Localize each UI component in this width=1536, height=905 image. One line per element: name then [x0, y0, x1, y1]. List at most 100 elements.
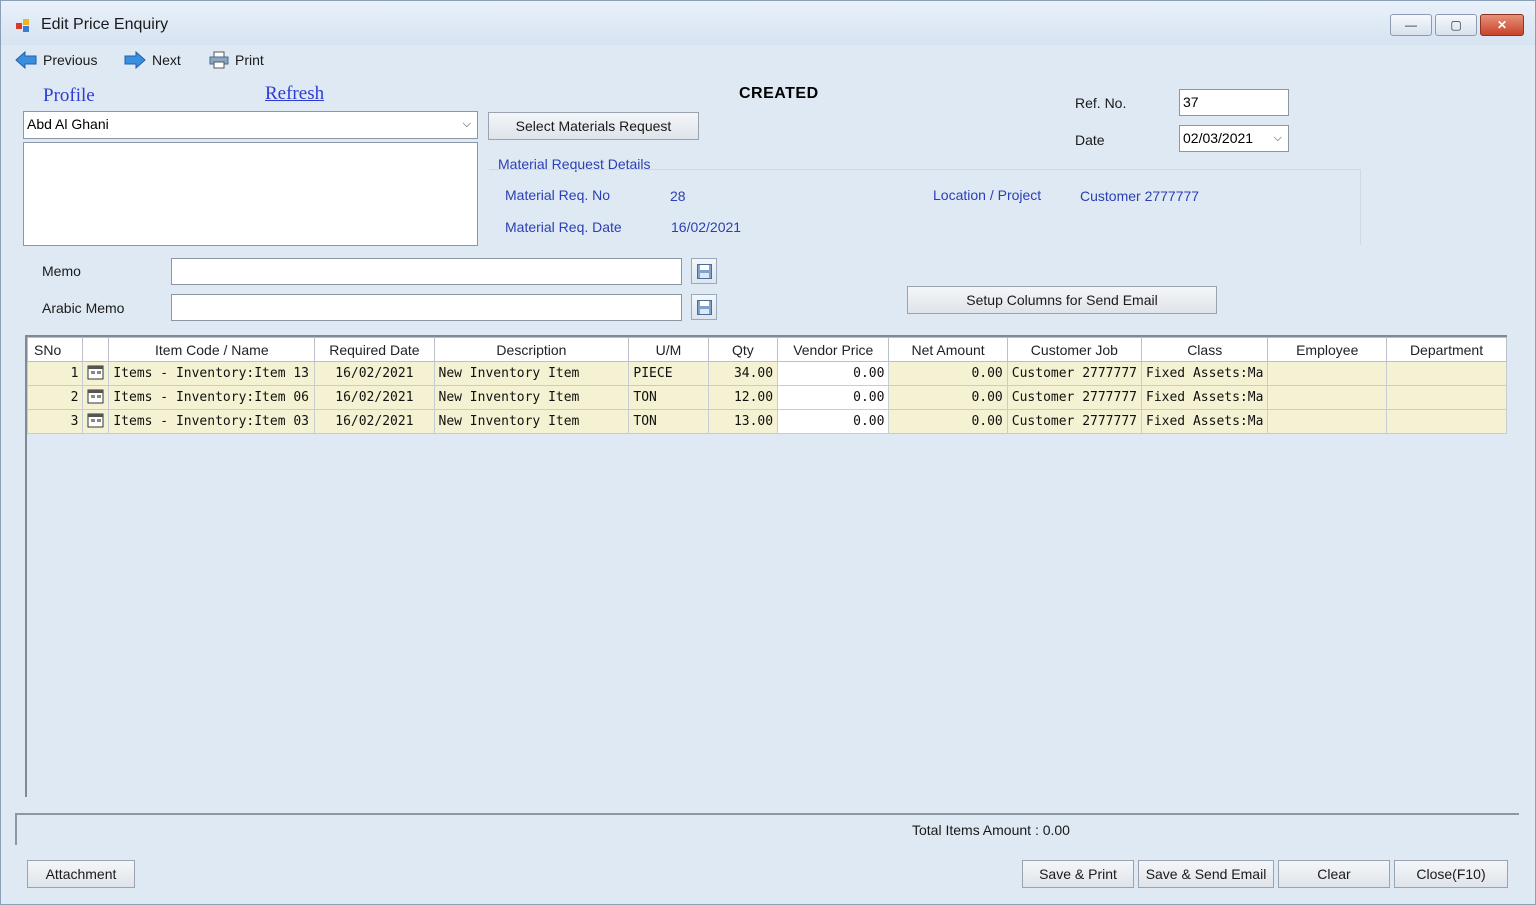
cell-item[interactable]: Items - Inventory:Item 13 — [108, 361, 316, 386]
col-qty[interactable]: Qty — [707, 337, 779, 362]
col-item-code-name[interactable]: Item Code / Name — [108, 337, 316, 362]
col-vendor-price[interactable]: Vendor Price — [777, 337, 890, 362]
customer-address-box[interactable] — [23, 142, 478, 246]
cell-customer-job[interactable]: Customer 2777777 — [1006, 409, 1143, 434]
attachment-button[interactable]: Attachment — [27, 860, 135, 888]
arrow-right-icon — [124, 51, 146, 69]
cell-description[interactable]: New Inventory Item — [433, 409, 630, 434]
material-req-no-value: 28 — [670, 188, 686, 204]
item-lookup-icon[interactable] — [82, 361, 110, 386]
col-department[interactable]: Department — [1386, 337, 1507, 362]
arabic-memo-save-button[interactable] — [691, 294, 717, 320]
total-items-amount: Total Items Amount : 0.00 — [912, 822, 1070, 838]
location-project-label: Location / Project — [933, 187, 1042, 203]
clear-button[interactable]: Clear — [1278, 860, 1390, 888]
chevron-down-icon: ⌵ — [462, 118, 471, 130]
next-button[interactable]: Next — [124, 50, 181, 70]
cell-employee[interactable] — [1267, 361, 1388, 386]
app-icon — [16, 19, 29, 32]
cell-um[interactable]: TON — [628, 385, 709, 410]
cell-sno: 2 — [26, 385, 84, 410]
memo-save-button[interactable] — [691, 258, 717, 284]
cell-um[interactable]: TON — [628, 409, 709, 434]
minimize-button[interactable]: — — [1390, 14, 1432, 36]
memo-input[interactable] — [171, 258, 682, 285]
previous-label: Previous — [43, 52, 98, 68]
arabic-memo-label: Arabic Memo — [42, 300, 125, 316]
items-grid[interactable]: SNo Item Code / Name Required Date Descr… — [25, 335, 1507, 797]
cell-department[interactable] — [1386, 361, 1507, 386]
col-icon[interactable] — [82, 337, 110, 362]
cell-qty[interactable]: 13.00 — [707, 409, 779, 434]
col-class[interactable]: Class — [1140, 337, 1269, 362]
col-required-date[interactable]: Required Date — [314, 337, 435, 362]
close-button[interactable]: Close(F10) — [1394, 860, 1508, 888]
setup-columns-button[interactable]: Setup Columns for Send Email — [907, 286, 1217, 314]
window-title: Edit Price Enquiry — [41, 16, 169, 33]
cell-qty[interactable]: 12.00 — [707, 385, 779, 410]
cell-class[interactable]: Fixed Assets:Ma — [1140, 385, 1269, 410]
cell-required-date[interactable]: 16/02/2021 — [314, 409, 435, 434]
item-lookup-icon[interactable] — [82, 385, 110, 410]
cell-employee[interactable] — [1267, 409, 1388, 434]
cell-qty[interactable]: 34.00 — [707, 361, 779, 386]
col-customer-job[interactable]: Customer Job — [1006, 337, 1143, 362]
cell-vendor-price[interactable]: 0.00 — [777, 361, 890, 386]
cell-sno: 1 — [26, 361, 84, 386]
floppy-disk-icon — [697, 264, 712, 279]
select-materials-request-button[interactable]: Select Materials Request — [488, 112, 699, 140]
maximize-button[interactable]: ▢ — [1435, 14, 1477, 36]
cell-net-amount: 0.00 — [888, 409, 1008, 434]
date-picker[interactable]: 02/03/2021 ⌵ — [1179, 125, 1289, 152]
cell-customer-job[interactable]: Customer 2777777 — [1006, 361, 1143, 386]
edit-price-enquiry-window: Edit Price Enquiry — ▢ ✕ Previous Next P… — [0, 0, 1536, 905]
material-req-date-value: 16/02/2021 — [671, 219, 742, 235]
close-window-button[interactable]: ✕ — [1480, 14, 1524, 36]
chevron-down-icon: ⌵ — [1273, 132, 1282, 144]
arabic-memo-input[interactable] — [171, 294, 682, 321]
cell-required-date[interactable]: 16/02/2021 — [314, 385, 435, 410]
date-value: 02/03/2021 — [1183, 130, 1254, 146]
cell-class[interactable]: Fixed Assets:Ma — [1140, 409, 1269, 434]
table-row[interactable]: 3 Items - Inventory:Item 03 16/02/2021 N… — [26, 409, 1507, 434]
status-label: CREATED — [739, 85, 819, 102]
save-print-button[interactable]: Save & Print — [1022, 860, 1134, 888]
print-button[interactable]: Print — [209, 50, 264, 70]
cell-description[interactable]: New Inventory Item — [433, 361, 630, 386]
save-send-email-button[interactable]: Save & Send Email — [1138, 860, 1274, 888]
cell-item[interactable]: Items - Inventory:Item 06 — [108, 385, 316, 410]
col-net-amount[interactable]: Net Amount — [888, 337, 1008, 362]
print-label: Print — [235, 52, 264, 68]
totals-bar — [15, 813, 1519, 845]
ref-no-input[interactable]: 37 — [1179, 89, 1289, 116]
table-header-row: SNo Item Code / Name Required Date Descr… — [26, 337, 1507, 362]
customer-select-value: Abd Al Ghani — [27, 116, 109, 132]
previous-button[interactable]: Previous — [15, 50, 97, 70]
date-label: Date — [1075, 132, 1105, 148]
cell-description[interactable]: New Inventory Item — [433, 385, 630, 410]
col-sno[interactable]: SNo — [26, 337, 84, 362]
cell-customer-job[interactable]: Customer 2777777 — [1006, 385, 1143, 410]
col-description[interactable]: Description — [433, 337, 630, 362]
cell-employee[interactable] — [1267, 385, 1388, 410]
refresh-link[interactable]: Refresh — [265, 83, 324, 105]
material-req-no-label: Material Req. No — [505, 187, 611, 203]
cell-sno: 3 — [26, 409, 84, 434]
cell-net-amount: 0.00 — [888, 385, 1008, 410]
customer-select[interactable]: Abd Al Ghani ⌵ — [23, 111, 478, 139]
cell-required-date[interactable]: 16/02/2021 — [314, 361, 435, 386]
item-lookup-icon[interactable] — [82, 409, 110, 434]
table-row[interactable]: 2 Items - Inventory:Item 06 16/02/2021 N… — [26, 385, 1507, 410]
cell-class[interactable]: Fixed Assets:Ma — [1140, 361, 1269, 386]
cell-vendor-price[interactable]: 0.00 — [777, 409, 890, 434]
ref-no-label: Ref. No. — [1075, 95, 1127, 111]
cell-vendor-price[interactable]: 0.00 — [777, 385, 890, 410]
cell-um[interactable]: PIECE — [628, 361, 709, 386]
cell-department[interactable] — [1386, 385, 1507, 410]
col-um[interactable]: U/M — [628, 337, 709, 362]
col-employee[interactable]: Employee — [1267, 337, 1388, 362]
profile-link[interactable]: Profile — [43, 85, 95, 107]
cell-item[interactable]: Items - Inventory:Item 03 — [108, 409, 316, 434]
cell-department[interactable] — [1386, 409, 1507, 434]
table-row[interactable]: 1 Items - Inventory:Item 13 16/02/2021 N… — [26, 361, 1507, 386]
